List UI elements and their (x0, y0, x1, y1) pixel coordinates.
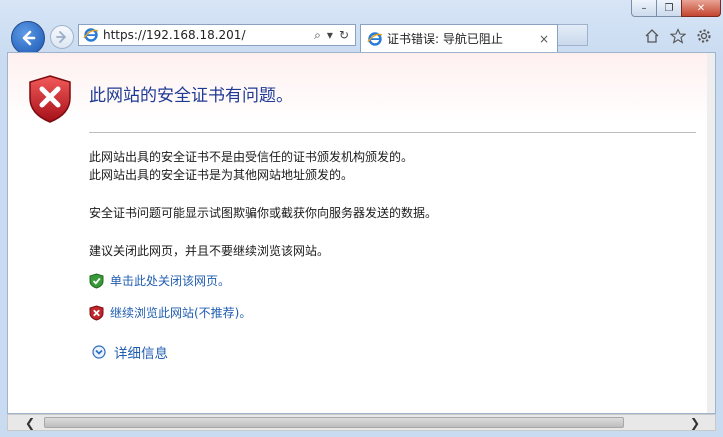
tab-certificate-error[interactable]: 证书错误: 导航已阻止 × (360, 24, 558, 52)
minimize-button[interactable]: – (631, 0, 657, 17)
error-shield-icon (27, 74, 73, 127)
home-icon[interactable] (643, 27, 661, 45)
red-shield-icon (89, 304, 104, 321)
back-arrow-icon (22, 30, 36, 46)
more-info-toggle[interactable]: 详细信息 (92, 342, 168, 362)
chevron-down-icon[interactable]: ▾ (327, 28, 333, 42)
close-page-link-row[interactable]: 单击此处关闭该网页。 (89, 272, 230, 289)
scroll-left-arrow[interactable]: ❮ (22, 415, 38, 430)
horizontal-scrollbar[interactable]: ❮ ❯ (7, 414, 716, 431)
message-line: 此网站出具的安全证书是为其他网站地址颁发的。 (89, 168, 354, 182)
vertical-scroll-track (707, 53, 715, 413)
message-line: 建议关闭此网页，并且不要继续浏览该网站。 (89, 244, 330, 258)
continue-link-row[interactable]: 继续浏览此网站(不推荐)。 (89, 304, 251, 321)
search-icon[interactable]: ⌕ (314, 28, 321, 43)
forward-arrow-icon (56, 31, 66, 43)
close-window-button[interactable]: ✕ (681, 0, 721, 17)
favorites-star-icon[interactable] (669, 27, 687, 45)
continue-website-link[interactable]: 继续浏览此网站(不推荐)。 (110, 304, 251, 321)
command-icons (643, 27, 713, 45)
back-button[interactable] (11, 21, 45, 55)
new-tab-button[interactable] (558, 24, 588, 46)
close-page-link[interactable]: 单击此处关闭该网页。 (110, 272, 230, 289)
ie-logo-icon (83, 28, 99, 42)
scroll-right-arrow[interactable]: ❯ (687, 415, 703, 430)
window-bottom-border (0, 431, 723, 437)
tab-close-icon[interactable]: × (539, 32, 549, 46)
page-title: 此网站的安全证书有问题。 (89, 86, 293, 106)
chevron-down-circle-icon (92, 345, 106, 359)
more-info-label[interactable]: 详细信息 (114, 342, 168, 362)
divider (89, 132, 696, 133)
message-line: 安全证书问题可能显示试图欺骗你或截获你向服务器发送的数据。 (89, 206, 438, 220)
address-url[interactable]: https://192.168.18.201/ (103, 28, 314, 42)
scroll-thumb[interactable] (44, 417, 624, 428)
window-caption-buttons: – ❐ ✕ (631, 0, 721, 18)
gear-icon[interactable] (695, 27, 713, 45)
restore-button[interactable]: ❐ (656, 0, 682, 17)
ie-logo-icon (367, 31, 383, 46)
refresh-icon[interactable]: ↻ (339, 28, 349, 42)
address-tools: ⌕ ▾ ↻ (314, 28, 349, 43)
page-content: 此网站的安全证书有问题。 此网站出具的安全证书不是由受信任的证书颁发机构颁发的。… (7, 52, 716, 414)
message-line: 此网站出具的安全证书不是由受信任的证书颁发机构颁发的。 (89, 150, 414, 164)
tab-title: 证书错误: 导航已阻止 (387, 32, 503, 46)
browser-window: – ❐ ✕ https://192.168.18.201/ ⌕ ▾ ↻ 证书错误… (0, 0, 723, 437)
green-shield-icon (89, 272, 104, 289)
address-bar[interactable]: https://192.168.18.201/ ⌕ ▾ ↻ (78, 24, 356, 46)
forward-button[interactable] (50, 25, 74, 49)
